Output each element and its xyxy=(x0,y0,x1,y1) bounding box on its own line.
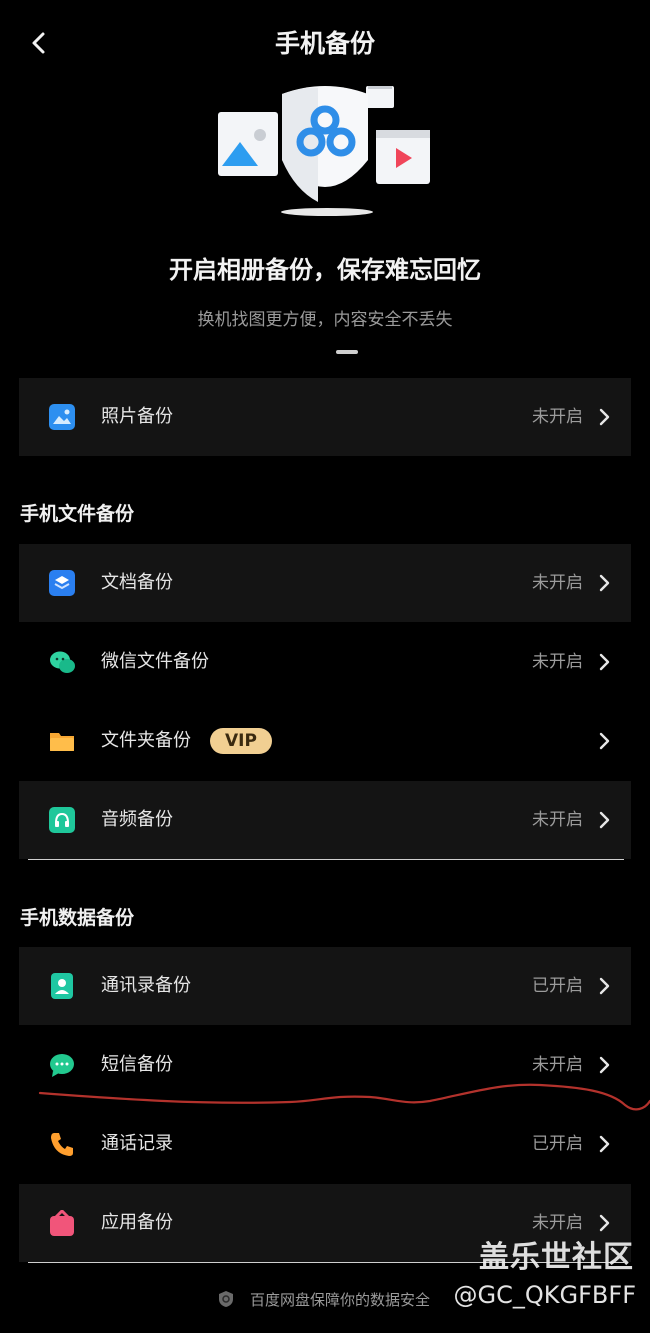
phone-icon xyxy=(51,1133,73,1156)
photo-icon xyxy=(49,404,75,430)
watermark-community: 盖乐世社区 xyxy=(479,1240,634,1275)
contacts-icon xyxy=(51,973,73,999)
chevron-right-icon xyxy=(599,811,610,829)
status-text: 未开启 xyxy=(532,810,583,830)
audio-icon xyxy=(49,807,75,833)
section-divider xyxy=(28,859,624,860)
page-title: 手机备份 xyxy=(274,29,375,58)
chevron-right-icon xyxy=(599,574,610,592)
folder-icon xyxy=(50,733,74,751)
hero-headline: 开启相册备份，保存难忘回忆 xyxy=(169,256,481,284)
backup-cloud-illustration xyxy=(218,86,430,216)
row-label: 照片备份 xyxy=(101,406,173,427)
wechat-icon xyxy=(50,651,75,673)
status-text: 已开启 xyxy=(532,1134,583,1154)
chevron-right-icon xyxy=(599,1135,610,1153)
app-icon xyxy=(50,1210,74,1236)
contacts-backup-row[interactable]: 通讯录备份 已开启 xyxy=(19,947,631,1025)
audio-backup-row[interactable]: 音频备份 未开启 xyxy=(19,781,631,859)
status-text: 未开启 xyxy=(532,1055,583,1075)
row-label: 微信文件备份 xyxy=(101,651,209,672)
row-label: 文档备份 xyxy=(101,572,173,593)
sms-backup-row[interactable]: 短信备份 未开启 xyxy=(19,1026,631,1104)
status-text: 已开启 xyxy=(532,976,583,996)
carousel-indicator xyxy=(336,350,358,354)
hero-subline: 换机找图更方便，内容安全不丢失 xyxy=(197,310,453,330)
row-label: 文件夹备份 xyxy=(101,730,191,751)
folder-backup-row[interactable]: 文件夹备份 VIP xyxy=(19,702,631,780)
watermark-handle: @GC_QKGFBFF xyxy=(453,1281,636,1309)
row-label: 音频备份 xyxy=(101,809,173,830)
vip-badge: VIP xyxy=(210,728,272,754)
chevron-right-icon xyxy=(599,408,610,426)
top-bar: 手机备份 xyxy=(0,0,650,86)
status-text: 未开启 xyxy=(532,573,583,593)
status-text: 未开启 xyxy=(532,652,583,672)
row-label: 通讯录备份 xyxy=(101,975,191,996)
document-backup-row[interactable]: 文档备份 未开启 xyxy=(19,544,631,622)
sms-icon xyxy=(50,1054,74,1077)
status-text: 未开启 xyxy=(532,407,583,427)
chevron-right-icon xyxy=(599,653,610,671)
chevron-right-icon xyxy=(599,1056,610,1074)
wechat-file-backup-row[interactable]: 微信文件备份 未开启 xyxy=(19,623,631,701)
chevron-right-icon xyxy=(599,977,610,995)
section-title-files: 手机文件备份 xyxy=(20,503,135,525)
shield-icon xyxy=(219,1291,233,1307)
footer-text: 百度网盘保障你的数据安全 xyxy=(250,1290,431,1309)
security-footer: 百度网盘保障你的数据安全 xyxy=(218,1287,430,1311)
row-label: 应用备份 xyxy=(101,1212,173,1233)
section-title-data: 手机数据备份 xyxy=(20,907,135,929)
chevron-right-icon xyxy=(599,1214,610,1232)
document-icon xyxy=(49,570,75,596)
photo-backup-row[interactable]: 照片备份 未开启 xyxy=(19,378,631,456)
chevron-right-icon xyxy=(599,732,610,750)
row-label: 短信备份 xyxy=(101,1054,173,1075)
row-label: 通话记录 xyxy=(101,1133,173,1154)
call-log-backup-row[interactable]: 通话记录 已开启 xyxy=(19,1105,631,1183)
